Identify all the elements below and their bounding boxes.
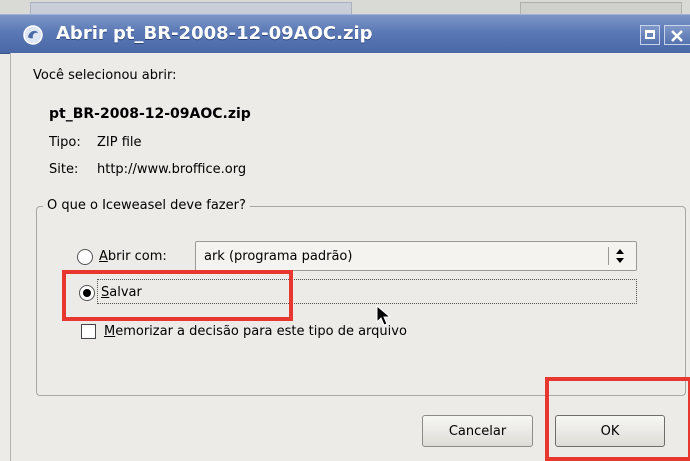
maximize-button[interactable]	[640, 25, 660, 45]
type-value: ZIP file	[97, 135, 142, 150]
open-file-dialog: Você selecionou abrir: pt_BR-2008-12-09A…	[10, 53, 690, 461]
open-with-radio[interactable]	[77, 249, 93, 265]
dialog-titlebar[interactable]: Abrir pt_BR-2008-12-09AOC.zip	[0, 14, 690, 54]
remember-decision-label[interactable]: Memorizar a decisão para este tipo de ar…	[104, 324, 407, 339]
cancel-button[interactable]: Cancelar	[422, 415, 533, 447]
close-icon	[671, 30, 683, 42]
site-value: http://www.broffice.org	[97, 162, 247, 177]
close-button[interactable]	[664, 25, 690, 45]
file-name: pt_BR-2008-12-09AOC.zip	[49, 106, 251, 122]
up-down-arrows-icon	[614, 248, 626, 268]
open-with-label[interactable]: Abrir com:	[99, 249, 167, 264]
action-group-legend: O que o Iceweasel deve fazer?	[43, 198, 250, 213]
mouse-pointer-icon	[376, 304, 392, 331]
open-with-mnemonic: A	[99, 249, 108, 264]
combo-divider	[608, 247, 609, 265]
save-highlight-annotation	[62, 270, 293, 321]
ok-highlight-annotation	[545, 377, 690, 461]
open-with-label-text: brir com:	[107, 249, 167, 264]
intro-text: Você selecionou abrir:	[33, 68, 177, 83]
remember-label-text: emorizar a decisão para este tipo de arq…	[115, 324, 407, 339]
site-label: Site:	[49, 162, 79, 177]
remember-decision-checkbox[interactable]	[81, 324, 96, 339]
type-label: Tipo:	[49, 135, 81, 150]
iceweasel-icon	[22, 24, 44, 46]
open-with-app-value: ark (programa padrão)	[204, 249, 353, 264]
remember-mnemonic: M	[104, 324, 116, 339]
open-with-app-select[interactable]: ark (programa padrão)	[195, 241, 637, 271]
dialog-title: Abrir pt_BR-2008-12-09AOC.zip	[56, 23, 373, 44]
